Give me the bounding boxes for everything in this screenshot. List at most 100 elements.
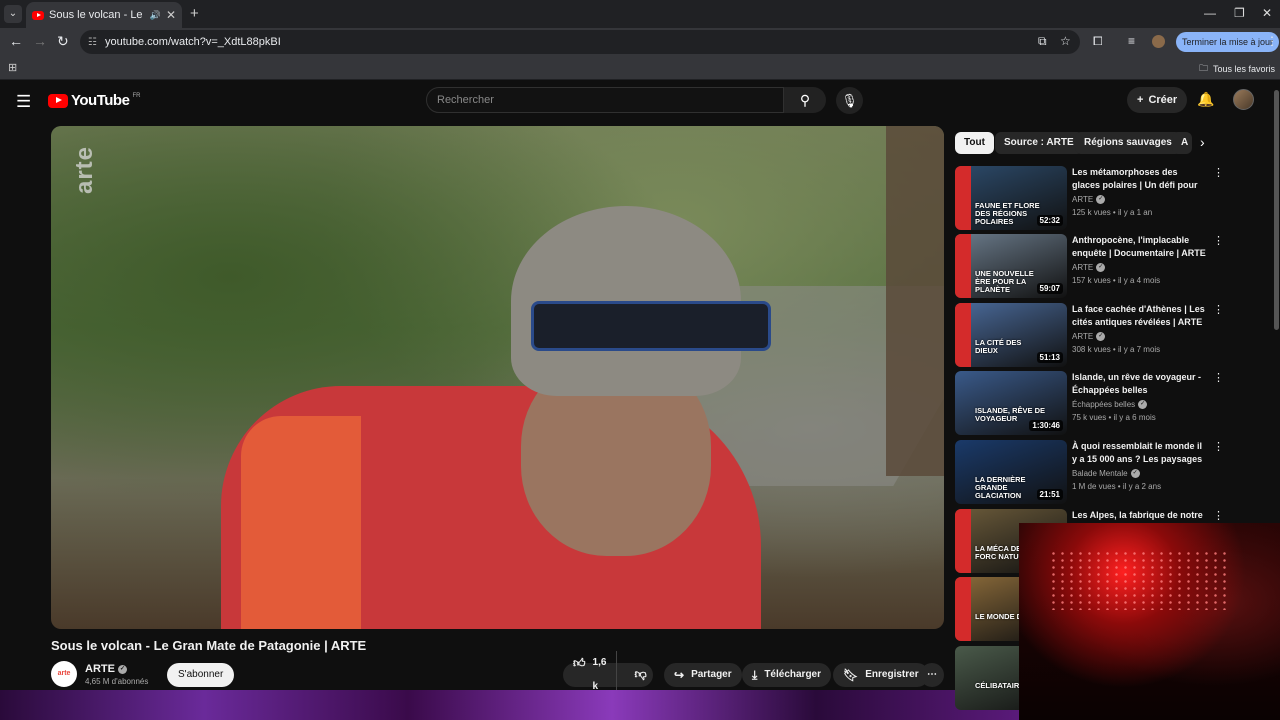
recommendation-title[interactable]: La face cachée d'Athènes | Les cités ant… [1072, 303, 1208, 329]
youtube-play-logo-icon [48, 93, 68, 108]
recommendation-title[interactable]: À quoi ressemblait le monde il y a 15 00… [1072, 440, 1208, 467]
share-label: Partager [691, 669, 732, 680]
recommendation-title[interactable]: Les Alpes, la fabrique de notre [1072, 509, 1208, 522]
thumbnail-caption: FAUNE ET FLORE DES RÉGIONS POLAIRES [975, 201, 1040, 226]
youtube-logo[interactable]: YouTube FR [48, 92, 140, 109]
video-player[interactable]: arte [51, 126, 944, 629]
all-bookmarks-button[interactable]: 🗀 Tous les favoris [1199, 61, 1275, 77]
hamburger-menu-icon[interactable]: ☰ [16, 92, 31, 112]
plus-icon: + [1137, 94, 1144, 106]
dislike-button[interactable]: 👎︎ [624, 662, 656, 688]
subscribe-button[interactable]: S'abonner [167, 663, 235, 687]
address-bar[interactable]: ☷ youtube.com/watch?v=_XdtL88pkBI [80, 30, 1080, 54]
download-icon: ⤓ [752, 668, 758, 682]
recommendation-card[interactable]: LA DERNIÈRE GRANDE GLACIATION 21:51 À quoi… [955, 440, 1224, 504]
channel-name-label: ARTE [85, 663, 115, 675]
recommendation-channel-name: ARTE [1072, 195, 1094, 204]
forward-icon[interactable]: → [33, 33, 47, 49]
recommendation-title[interactable]: Anthropocène, l'implacable enquête | Doc… [1072, 234, 1208, 260]
maximize-icon[interactable]: ❐ [1234, 6, 1245, 20]
minimize-icon[interactable]: — [1204, 6, 1216, 20]
notifications-bell-icon[interactable]: 🔔 [1197, 91, 1214, 108]
recommendation-thumbnail[interactable]: UNE NOUVELLE ÈRE POUR LA PLANÈTE 59:07 [955, 234, 1067, 298]
tab-search-icon[interactable]: ⌄ [4, 5, 22, 23]
more-vertical-icon[interactable]: ⋮ [1213, 303, 1224, 316]
duration-badge: 51:13 [1036, 352, 1063, 363]
recommendation-card[interactable]: UNE NOUVELLE ÈRE POUR LA PLANÈTE 59:07 Ant… [955, 234, 1224, 298]
arte-thumbnail-band [955, 234, 971, 298]
browser-tab[interactable]: Sous le volcan - Le Gran Ma 🔊 ✕ [26, 2, 182, 28]
profile-icon[interactable] [1152, 35, 1165, 48]
share-button[interactable]: ↪ Partager [664, 663, 742, 687]
recommendation-meta: 308 k vues • il y a 7 mois [1072, 345, 1161, 354]
extensions-icon[interactable]: ⧠ [1093, 34, 1103, 49]
recommendation-channel[interactable]: Échappées belles ✓ [1072, 400, 1148, 410]
duration-badge: 1:30:46 [1029, 420, 1063, 431]
recommendation-card[interactable]: LA CITÉ DES DIEUX 51:13 La face cachée d'A… [955, 303, 1224, 367]
search-input[interactable]: Rechercher [426, 87, 784, 113]
recommendation-meta: 157 k vues • il y a 4 mois [1072, 276, 1161, 285]
update-button[interactable]: Terminer la mise à jour [1176, 32, 1280, 52]
save-label: Enregistrer [865, 669, 919, 680]
recommendation-thumbnail[interactable]: FAUNE ET FLORE DES RÉGIONS POLAIRES 52:32 [955, 166, 1067, 230]
channel-avatar[interactable]: arte [51, 661, 77, 687]
account-avatar[interactable] [1233, 89, 1254, 110]
chip-wild-regions[interactable]: Régions sauvages [1075, 132, 1181, 154]
new-tab-icon[interactable]: + [190, 5, 199, 22]
bookmark-icon: 🔖︎ [843, 668, 859, 682]
search-icon[interactable]: ⚲ [784, 87, 826, 113]
url-text: youtube.com/watch?v=_XdtL88pkBI [104, 36, 281, 48]
chevron-right-icon[interactable]: › [1200, 134, 1205, 150]
recommendation-thumbnail[interactable]: LA CITÉ DES DIEUX 51:13 [955, 303, 1067, 367]
download-label: Télécharger [764, 669, 822, 680]
chip-source-arte[interactable]: Source : ARTE [995, 132, 1083, 154]
close-window-icon[interactable]: ✕ [1262, 6, 1272, 20]
browser-menu-icon[interactable]: ⋮ [1266, 34, 1278, 48]
tab-title: Sous le volcan - Le Gran Ma [49, 9, 145, 21]
chip-more[interactable]: A [1172, 132, 1192, 154]
duration-badge: 52:32 [1036, 215, 1063, 226]
more-vertical-icon[interactable]: ⋮ [1213, 509, 1224, 522]
reload-icon[interactable]: ↻ [57, 33, 69, 50]
recommendation-title[interactable]: Les métamorphoses des glaces polaires | … [1072, 166, 1208, 193]
site-info-icon[interactable]: ☷ [88, 37, 97, 48]
like-dislike-group: 👍︎ 1,6 k 👎︎ [563, 651, 656, 699]
close-tab-icon[interactable]: ✕ [166, 8, 176, 22]
arte-thumbnail-band [955, 303, 971, 367]
more-horizontal-icon: ⋯ [927, 669, 937, 680]
apps-grid-icon[interactable]: ⊞ [8, 61, 17, 74]
chip-all[interactable]: Tout [955, 132, 994, 154]
cast-icon[interactable]: ⧉ [1038, 34, 1047, 49]
reading-list-icon[interactable]: ≡ [1128, 34, 1135, 48]
microphone-icon[interactable]: 🎙 [836, 87, 863, 114]
channel-name[interactable]: ARTE ✓ [85, 663, 127, 675]
thumbnail-caption: LA CITÉ DES DIEUX [975, 338, 1022, 355]
bookmark-star-icon[interactable]: ☆ [1060, 34, 1071, 48]
recommendation-channel[interactable]: ARTE ✓ [1072, 332, 1106, 342]
recommendation-channel[interactable]: Balade Mentale ✓ [1072, 469, 1140, 479]
more-vertical-icon[interactable]: ⋮ [1213, 234, 1224, 247]
recommendation-title[interactable]: Islande, un rêve de voyageur - Échappées… [1072, 371, 1208, 397]
share-icon: ↪ [674, 668, 685, 682]
video-title: Sous le volcan - Le Gran Mate de Patagon… [51, 638, 367, 653]
recommendation-channel[interactable]: ARTE ✓ [1072, 263, 1106, 273]
download-button[interactable]: ⤓ Télécharger [742, 663, 832, 687]
region-label: FR [132, 92, 141, 99]
create-button[interactable]: + Créer [1127, 87, 1188, 113]
verified-check-icon: ✓ [1096, 195, 1106, 205]
more-vertical-icon[interactable]: ⋮ [1213, 440, 1224, 453]
save-button[interactable]: 🔖︎ Enregistrer [833, 663, 929, 687]
recommendation-card[interactable]: FAUNE ET FLORE DES RÉGIONS POLAIRES 52:32… [955, 166, 1224, 230]
scrollbar[interactable] [1274, 90, 1279, 330]
thumbnail-caption: UNE NOUVELLE ÈRE POUR LA PLANÈTE [975, 269, 1034, 294]
youtube-header: ☰ YouTube FR Rechercher ⚲ 🎙 + Créer 🔔 [0, 80, 1280, 120]
more-vertical-icon[interactable]: ⋮ [1213, 371, 1224, 384]
recommendation-channel[interactable]: ARTE ✓ [1072, 195, 1106, 205]
more-actions-button[interactable]: ⋯ [920, 663, 944, 687]
recommendation-thumbnail[interactable]: ISLANDE, RÊVE DE VOYAGEUR 1:30:46 [955, 371, 1067, 435]
recommendation-thumbnail[interactable]: LA DERNIÈRE GRANDE GLACIATION 21:51 [955, 440, 1067, 504]
duration-badge: 59:07 [1036, 283, 1063, 294]
more-vertical-icon[interactable]: ⋮ [1213, 166, 1224, 179]
recommendation-card[interactable]: ISLANDE, RÊVE DE VOYAGEUR 1:30:46 Islande,… [955, 371, 1224, 435]
back-icon[interactable]: ← [9, 33, 23, 49]
